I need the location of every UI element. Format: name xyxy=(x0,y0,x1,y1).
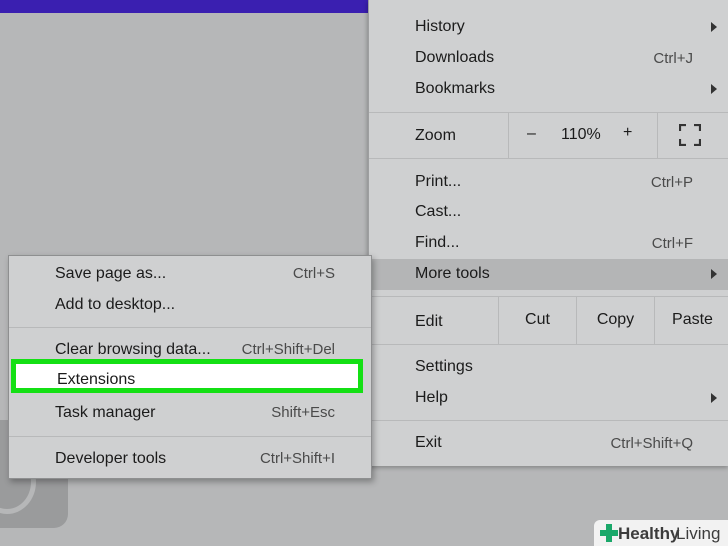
copy-button[interactable]: Copy xyxy=(576,296,654,344)
watermark-text-light: Living xyxy=(676,524,721,543)
menu-item-label: Extensions xyxy=(57,371,136,388)
menu-item-downloads[interactable]: Downloads Ctrl+J xyxy=(369,43,728,74)
menu-item-label: Add to desktop... xyxy=(55,296,176,313)
shortcut-label: Ctrl+Shift+Del xyxy=(241,341,335,358)
submenu-item-save-page[interactable]: Save page as... Ctrl+S xyxy=(9,259,371,290)
shortcut-label: Ctrl+P xyxy=(650,174,693,191)
menu-item-settings[interactable]: Settings xyxy=(369,352,728,383)
submenu-arrow-icon xyxy=(711,22,717,32)
browser-main-menu: History Downloads Ctrl+J Bookmarks Zoom … xyxy=(368,0,728,466)
menu-item-print[interactable]: Print... Ctrl+P xyxy=(369,167,728,198)
zoom-label: Zoom xyxy=(415,127,456,144)
cut-button[interactable]: Cut xyxy=(498,296,576,344)
submenu-item-task-manager[interactable]: Task manager Shift+Esc xyxy=(9,398,371,429)
menu-divider xyxy=(369,158,728,159)
submenu-arrow-icon xyxy=(711,393,717,403)
shortcut-label: Ctrl+J xyxy=(653,50,693,67)
menu-item-label: Print... xyxy=(415,173,462,190)
menu-item-exit[interactable]: Exit Ctrl+Shift+Q xyxy=(369,428,728,459)
menu-item-help[interactable]: Help xyxy=(369,383,728,414)
more-tools-submenu: Save page as... Ctrl+S Add to desktop...… xyxy=(8,255,372,479)
fullscreen-icon[interactable] xyxy=(679,124,701,146)
menu-divider xyxy=(9,436,371,437)
health-cross-icon xyxy=(600,524,618,542)
paste-button[interactable]: Paste xyxy=(654,296,728,344)
healthy-living-watermark: Healthy Living xyxy=(594,520,728,546)
zoom-row: Zoom – 110% + xyxy=(369,112,728,158)
submenu-arrow-icon xyxy=(711,84,717,94)
shortcut-label: Ctrl+Shift+I xyxy=(259,450,335,467)
menu-item-label: Task manager xyxy=(55,404,156,421)
menu-item-find[interactable]: Find... Ctrl+F xyxy=(369,228,728,259)
submenu-arrow-icon xyxy=(711,269,717,279)
menu-item-label: Clear browsing data... xyxy=(55,341,211,358)
menu-divider xyxy=(369,344,728,345)
menu-item-label: History xyxy=(415,18,465,35)
menu-item-label: Help xyxy=(415,389,448,406)
zoom-in-button[interactable]: + xyxy=(623,124,632,142)
shortcut-label: Ctrl+S xyxy=(292,265,335,282)
menu-item-label: Cast... xyxy=(415,203,462,220)
menu-item-history[interactable]: History xyxy=(369,12,728,43)
edit-row: Edit Cut Copy Paste xyxy=(369,296,728,344)
watermark-text-bold: Healthy xyxy=(618,524,680,543)
menu-item-label: More tools xyxy=(415,265,490,282)
shortcut-label: Ctrl+F xyxy=(651,235,693,252)
edit-label: Edit xyxy=(415,313,443,330)
menu-divider xyxy=(369,420,728,421)
menu-item-label: Find... xyxy=(415,234,460,251)
menu-item-label: Save page as... xyxy=(55,265,167,282)
menu-divider xyxy=(9,327,371,328)
menu-item-label: Bookmarks xyxy=(415,80,496,97)
submenu-item-developer-tools[interactable]: Developer tools Ctrl+Shift+I xyxy=(9,444,371,475)
zoom-level: 110% xyxy=(561,126,601,143)
shortcut-label: Ctrl+Shift+Q xyxy=(610,435,693,452)
submenu-item-extensions[interactable]: Extensions xyxy=(11,359,363,393)
submenu-item-add-to-desktop[interactable]: Add to desktop... xyxy=(9,290,371,321)
menu-item-label: Developer tools xyxy=(55,450,167,467)
zoom-out-button[interactable]: – xyxy=(527,125,536,143)
menu-item-more-tools[interactable]: More tools xyxy=(369,259,728,290)
menu-item-label: Downloads xyxy=(415,49,495,66)
menu-item-label: Exit xyxy=(415,434,442,451)
browser-top-bar xyxy=(0,0,368,13)
zoom-controls: – 110% + xyxy=(508,112,658,158)
menu-item-label: Settings xyxy=(415,358,473,375)
menu-item-cast[interactable]: Cast... xyxy=(369,197,728,228)
menu-item-bookmarks[interactable]: Bookmarks xyxy=(369,74,728,105)
shortcut-label: Shift+Esc xyxy=(271,404,335,421)
